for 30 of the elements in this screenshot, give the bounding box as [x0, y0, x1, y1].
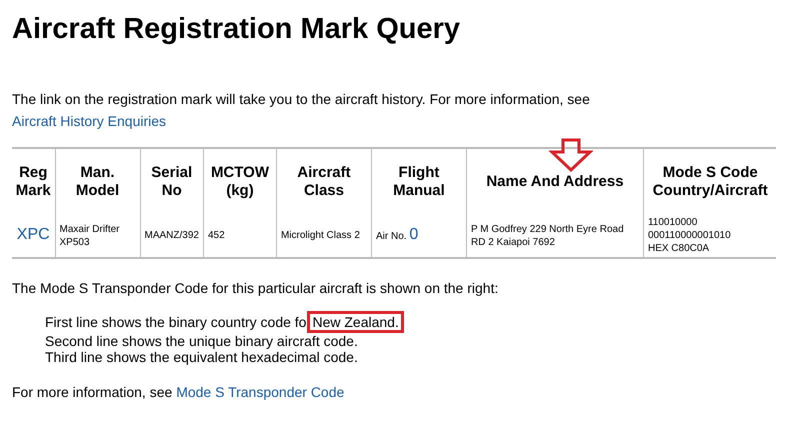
mode-s-line: HEX C80C0A [648, 242, 710, 255]
table-cell: 452 [203, 214, 276, 258]
column-header: Mode S Code Country/Aircraft [643, 148, 776, 214]
mode-s-note: The Mode S Transponder Code for this particular aircraft is shown on the right: [12, 279, 500, 297]
explanation-line: First line shows the binary country code fo [45, 314, 306, 330]
flight-manual-label: Air No. [376, 231, 407, 242]
table-cell: P M Godfrey 229 North Eyre Road RD 2 Kaiapoi 7692 [466, 214, 644, 258]
column-header: Man. Model [55, 148, 140, 214]
column-header: Serial No [140, 148, 204, 214]
mode-s-line: 000110000001010 [648, 229, 732, 242]
down-arrow-annotation-icon [549, 138, 593, 172]
table-cell: MAANZ/392 [140, 214, 204, 258]
table-cell: Microlight Class 2 [276, 214, 372, 258]
mode-s-line: 110010000 [648, 216, 698, 229]
footer-text: For more information, see Mode S Transponder Code [12, 383, 346, 401]
explanation-line: Second line shows the unique binary aircraft code. [45, 333, 359, 349]
reg-mark-link[interactable]: XPC [16, 226, 50, 243]
history-link[interactable]: Aircraft History Enquiries [12, 113, 166, 129]
explanation-line: Third line shows the equivalent hexadecimal code. [45, 349, 359, 365]
table-cell: Maxair Drifter XP503 [55, 214, 140, 258]
column-header: Flight Manual [371, 148, 466, 214]
highlighted-country: New Zealand. [307, 311, 404, 333]
transponder-code-link[interactable]: Mode S Transponder Code [176, 384, 344, 400]
intro-text: The link on the registration mark will take you to the aircraft history. For more information, see Aircraft History Enquiries [12, 90, 591, 131]
column-header: Reg Mark [12, 148, 55, 214]
column-header: Aircraft Class [276, 148, 372, 214]
flight-manual-link[interactable]: 0 [409, 226, 418, 243]
page-title: Aircraft Registration Mark Query [12, 12, 462, 46]
column-header: Name And Address [466, 148, 644, 214]
column-header: MCTOW (kg) [203, 148, 276, 214]
